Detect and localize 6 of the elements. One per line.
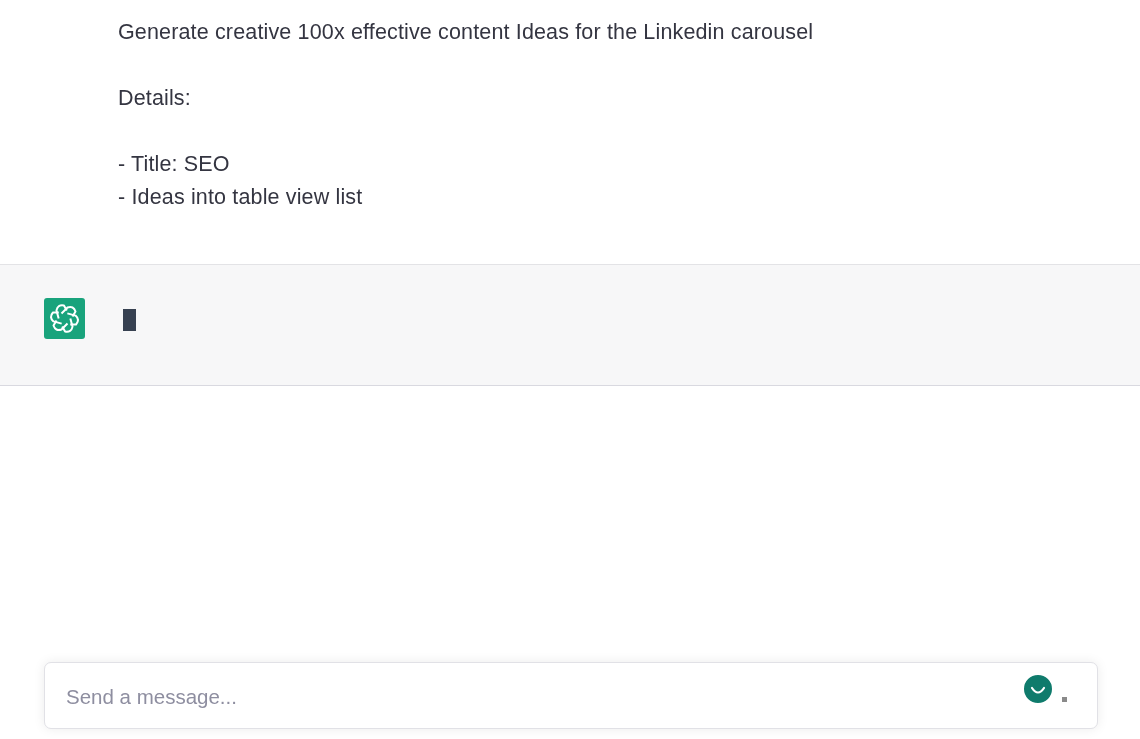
message-text: Generate creative 100x effective content Ideas for the Linkedin carousel xyxy=(118,19,814,46)
assistant-badge-icon[interactable] xyxy=(1022,673,1054,705)
message-text: Details: xyxy=(118,85,191,112)
message-text: - Ideas into table view list xyxy=(118,184,363,211)
assistant-avatar-icon xyxy=(44,298,85,339)
message-text: - Title: SEO xyxy=(118,151,230,178)
